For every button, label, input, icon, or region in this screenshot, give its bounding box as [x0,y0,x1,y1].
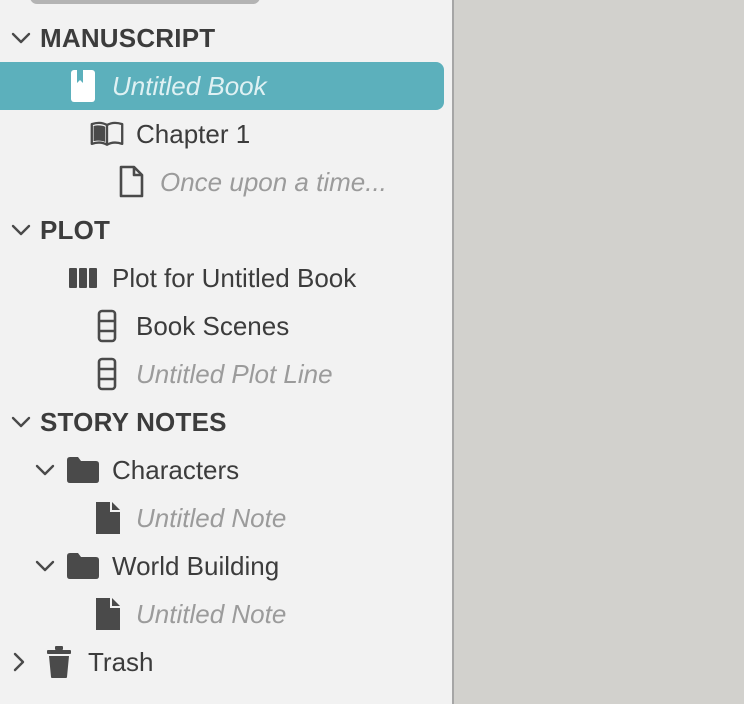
chevron-right-icon[interactable] [8,638,30,686]
plot-grid-icon [66,254,100,302]
section-story-notes-label: STORY NOTES [40,407,227,437]
open-book-icon [90,110,124,158]
tree-item-folder-world-building-label: World Building [112,551,280,581]
note-icon [90,494,124,542]
note-icon [90,590,124,638]
chevron-down-icon[interactable] [10,206,32,254]
tree-item-scene-label: Once upon a time... [160,167,387,197]
folder-icon [66,542,100,590]
trash-icon [42,638,76,686]
chevron-down-icon[interactable] [34,446,56,494]
binder-sidebar: MANUSCRIPT Untitled Book Chapter 1 Once … [0,0,452,704]
tree-item-trash-label: Trash [88,647,154,677]
editor-area[interactable] [454,0,744,704]
tree-item-plot-line-1-label: Book Scenes [136,311,290,341]
tree-item-note-1-label: Untitled Note [136,503,287,533]
tree-item-plot-grid-label: Plot for Untitled Book [112,263,357,293]
section-plot[interactable]: PLOT [0,206,444,254]
tree-item-note-1[interactable]: Untitled Note [0,494,444,542]
tree-item-folder-world-building[interactable]: World Building [0,542,444,590]
tree-item-folder-characters-label: Characters [112,455,240,485]
section-manuscript-label: MANUSCRIPT [40,23,216,53]
tree-item-plot-line-1[interactable]: Book Scenes [0,302,444,350]
tree-item-scene[interactable]: Once upon a time... [0,158,444,206]
plot-line-icon [90,350,124,398]
section-story-notes[interactable]: STORY NOTES [0,398,444,446]
tree-item-plot-line-2[interactable]: Untitled Plot Line [0,350,444,398]
tree-item-book[interactable]: Untitled Book [0,62,444,110]
document-icon [114,158,148,206]
section-plot-label: PLOT [40,215,111,245]
chevron-down-icon[interactable] [34,542,56,590]
section-manuscript[interactable]: MANUSCRIPT [0,14,444,62]
tree-item-book-label: Untitled Book [112,71,267,101]
tree-item-note-2-label: Untitled Note [136,599,287,629]
tree-item-trash[interactable]: Trash [0,638,444,686]
folder-icon [66,446,100,494]
tree-item-plot-grid[interactable]: Plot for Untitled Book [0,254,444,302]
tree-item-chapter-label: Chapter 1 [136,119,251,149]
tree-item-plot-line-2-label: Untitled Plot Line [136,359,333,389]
tree-item-chapter[interactable]: Chapter 1 [0,110,444,158]
chevron-down-icon[interactable] [10,398,32,446]
chevron-down-icon[interactable] [10,14,32,62]
tree-item-folder-characters[interactable]: Characters [0,446,444,494]
book-icon [66,62,100,110]
clipped-row [30,0,260,4]
tree-item-note-2[interactable]: Untitled Note [0,590,444,638]
plot-line-icon [90,302,124,350]
